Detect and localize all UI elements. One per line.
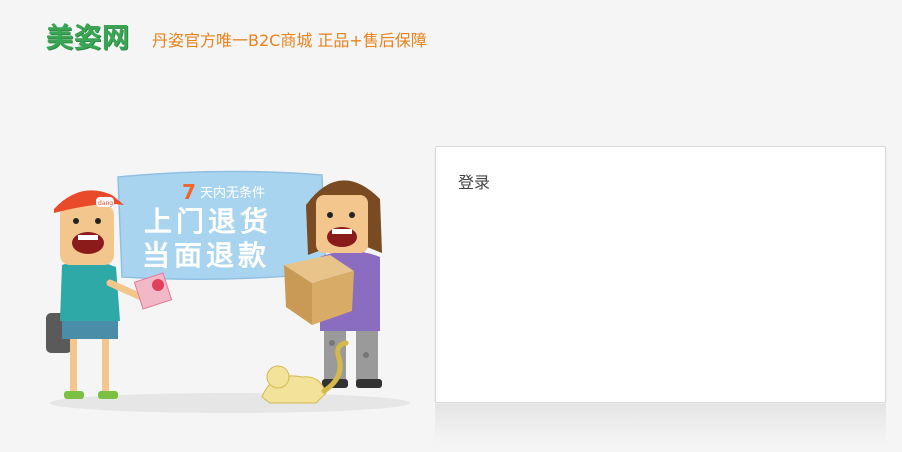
login-panel: 登录: [435, 146, 886, 403]
return-policy-illustration: 7 天内无条件 上门退货 当面退款 dang: [46, 170, 410, 413]
login-panel-reflection: [435, 404, 886, 444]
cap-label: dang: [98, 200, 113, 207]
banner-line3: 当面退款: [142, 239, 270, 272]
site-logo[interactable]: 美姿网: [46, 16, 130, 55]
site-header: 美姿网 丹姿官方唯一B2C商城 正品+售后保障: [0, 0, 902, 70]
site-slogan: 丹姿官方唯一B2C商城 正品+售后保障: [152, 31, 427, 50]
banner-days: 7: [182, 180, 196, 204]
login-title: 登录: [458, 173, 491, 192]
banner-line1: 天内无条件: [200, 185, 265, 201]
banner-line2: 上门退货: [144, 205, 272, 238]
